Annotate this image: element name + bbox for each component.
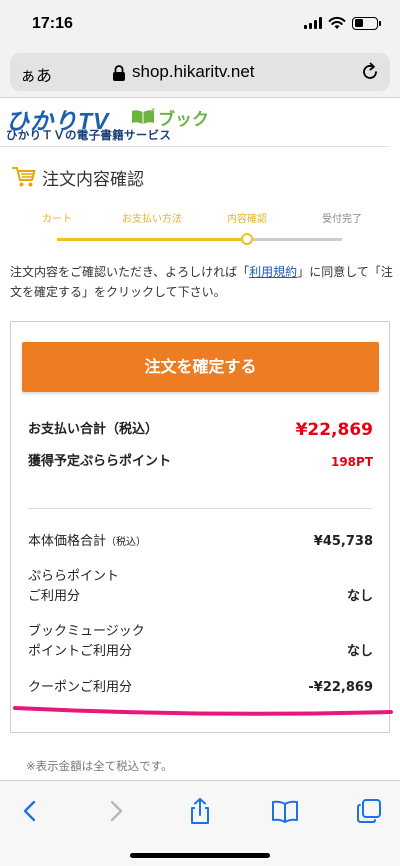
step-progress	[57, 238, 247, 241]
points-value: 198PT	[330, 455, 373, 469]
step-payment: お支払い方法	[122, 214, 182, 225]
coupon-label: クーポンご利用分	[28, 680, 133, 695]
summary-divider	[28, 508, 373, 509]
tabs-icon[interactable]	[355, 797, 383, 825]
plala-value: なし	[346, 589, 373, 604]
signal-icon	[304, 17, 322, 29]
site-logo[interactable]: ひかりTV ブック ひかりＴＶの電子書籍サービス	[6, 102, 216, 146]
plala-label-line1: ぷららポイント	[28, 569, 120, 584]
header-divider	[0, 146, 390, 147]
lock-icon	[113, 65, 125, 81]
tax-footnote: ※表示金額は全て税込です。	[26, 759, 173, 773]
checkout-steps: カート お支払い方法 内容確認 受付完了	[20, 210, 380, 250]
text-size-button[interactable]: ぁあ	[20, 62, 52, 86]
total-label: お支払い合計（税込）	[28, 422, 159, 437]
terms-link[interactable]: 利用規約	[249, 265, 297, 279]
url-text[interactable]: shop.hikaritv.net	[132, 62, 255, 82]
browser-address-area: ぁあ shop.hikaritv.net	[0, 48, 400, 98]
plala-label-line2: ご利用分	[28, 589, 81, 604]
status-bar: 17:16	[0, 0, 400, 48]
step-cart: カート	[42, 214, 72, 225]
total-value: ¥22,869	[295, 420, 373, 440]
logo-subtitle: ひかりＴＶの電子書籍サービス	[6, 128, 172, 142]
cart-icon	[12, 167, 36, 187]
subtotal-label: 本体価格合計	[28, 534, 107, 549]
home-indicator	[130, 853, 270, 858]
battery-icon	[352, 16, 381, 30]
coupon-value: -¥22,869	[308, 680, 373, 695]
forward-icon[interactable]	[102, 797, 130, 825]
step-confirm: 内容確認	[227, 214, 267, 225]
music-label-line2: ポイントご利用分	[28, 644, 133, 659]
notice-text: 注文内容をご確認いただき、よろしければ「利用規約」に同意して「注文を確定する」を…	[10, 265, 393, 299]
order-summary: 注文を確定する お支払い合計（税込） ¥22,869 獲得予定ぷららポイント 1…	[10, 321, 390, 733]
confirm-order-button[interactable]: 注文を確定する	[22, 342, 379, 392]
status-icons	[304, 16, 381, 30]
music-points-row: ブックミュージック ポイントご利用分 なし	[28, 622, 373, 664]
music-value: なし	[346, 644, 373, 659]
back-icon[interactable]	[16, 797, 44, 825]
subtotal-tax-note: （税込）	[106, 537, 147, 548]
subtotal-value: ¥45,738	[313, 534, 373, 549]
bookmarks-icon[interactable]	[271, 797, 299, 825]
browser-toolbar	[0, 780, 400, 866]
plala-points-row: ぷららポイント ご利用分 なし	[28, 567, 373, 609]
page-title-row: 注文内容確認	[12, 164, 144, 190]
points-label: 獲得予定ぷららポイント	[28, 454, 172, 469]
music-label-line1: ブックミュージック	[28, 624, 145, 639]
address-bar[interactable]: ぁあ shop.hikaritv.net	[10, 53, 390, 91]
book-icon	[132, 106, 155, 124]
reload-icon[interactable]	[360, 62, 380, 82]
step-complete: 受付完了	[322, 214, 362, 225]
page-title: 注文内容確認	[42, 169, 144, 190]
status-time: 17:16	[32, 15, 73, 32]
wifi-icon	[328, 16, 346, 29]
share-icon[interactable]	[186, 797, 214, 825]
current-step-marker	[241, 233, 253, 245]
page-content: ひかりTV ブック ひかりＴＶの電子書籍サービス 注文内容確認 カート お支払い…	[0, 98, 400, 780]
highlight-underline	[13, 706, 393, 716]
